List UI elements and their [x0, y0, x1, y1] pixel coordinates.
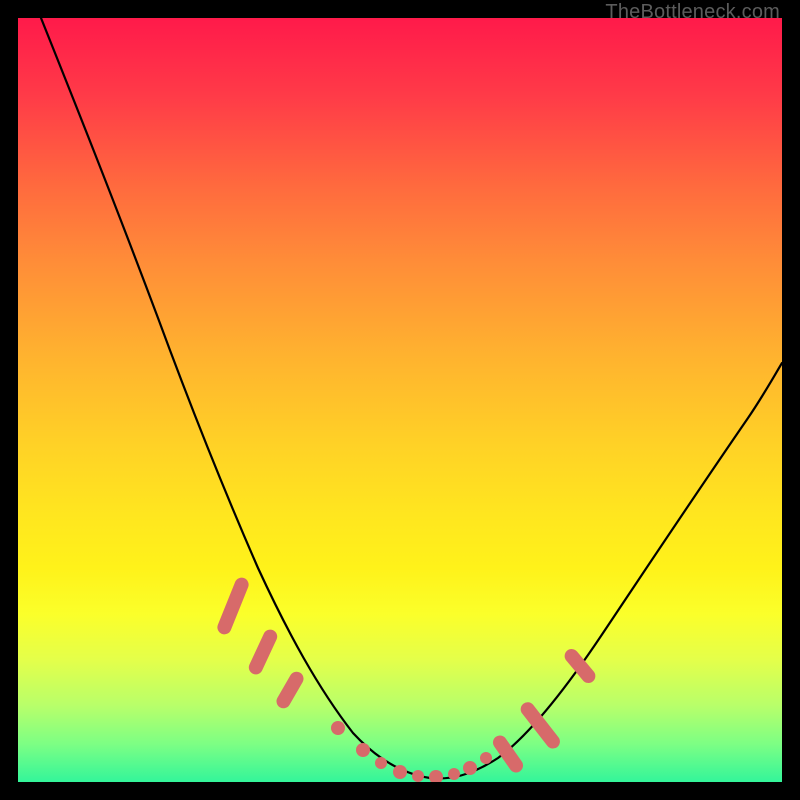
plot-area [18, 18, 782, 782]
bottleneck-curve [41, 18, 782, 778]
attribution-label: TheBottleneck.com [605, 1, 780, 24]
outer-frame: TheBottleneck.com [0, 0, 800, 800]
chart-svg [18, 18, 782, 782]
highlight-left-cluster [215, 576, 306, 711]
highlight-right-cluster [490, 646, 598, 775]
